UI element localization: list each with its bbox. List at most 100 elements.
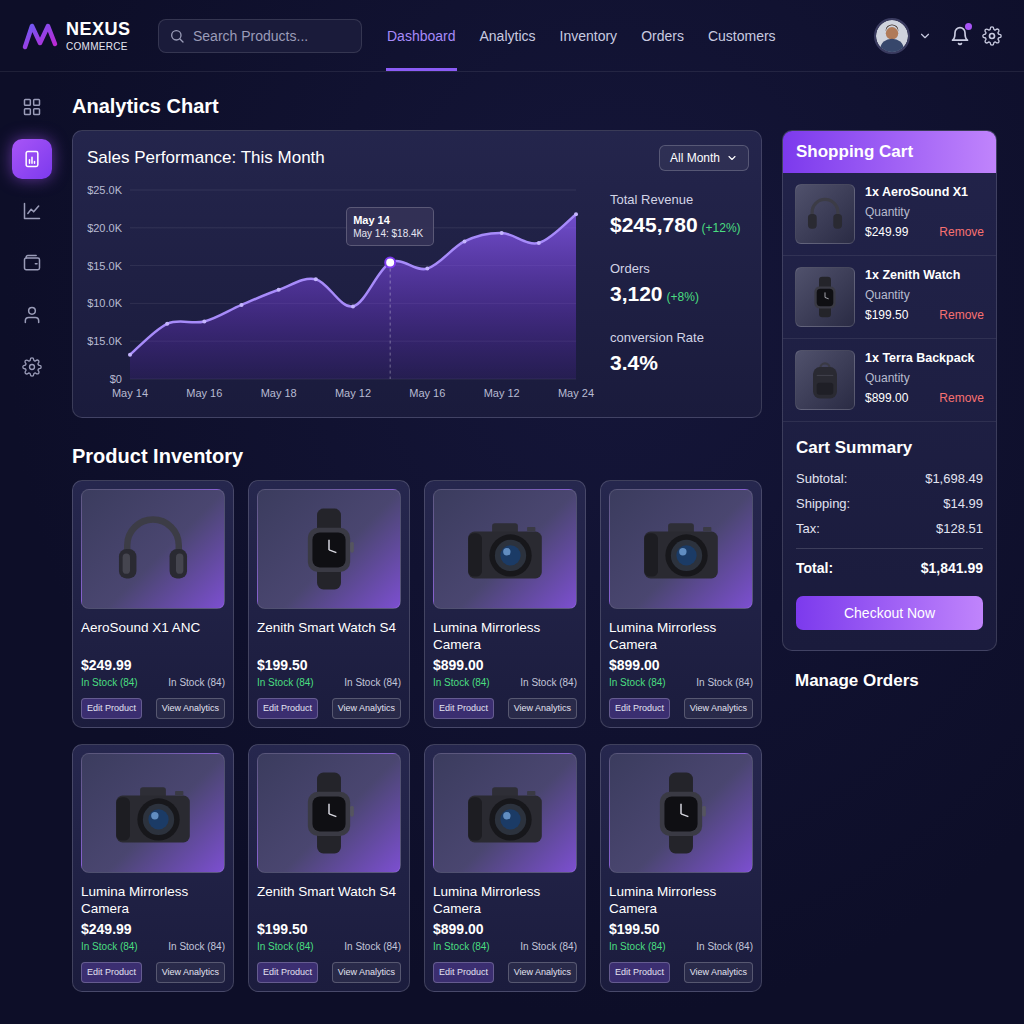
data-point[interactable]: [277, 288, 281, 292]
product-action-button[interactable]: View Analytics: [156, 698, 225, 719]
nav-tab[interactable]: Inventory: [559, 0, 619, 71]
product-card[interactable]: Lumina Mirrorless Camera$899.00In Stock …: [600, 480, 762, 728]
sales-chart[interactable]: $25.0K$20.0K$15.0K$10.0K$15.0K$0May 14Ma…: [87, 178, 602, 404]
sidebar-item[interactable]: [12, 347, 52, 387]
data-point[interactable]: [165, 322, 169, 326]
product-name: Lumina Mirrorless Camera: [609, 883, 753, 917]
product-action-button[interactable]: View Analytics: [508, 962, 577, 983]
summary-total: Total:$1,841.99: [796, 548, 983, 577]
stat-label: Total Revenue: [610, 192, 749, 208]
sidebar-item[interactable]: [12, 243, 52, 283]
cart-summary: Cart SummarySubtotal:$1,698.49Shipping:$…: [783, 422, 996, 650]
product-card[interactable]: Lumina Mirrorless Camera$249.99In Stock …: [72, 744, 234, 992]
main-nav: Dashboard Analytics Inventory Orders Custome…: [386, 0, 777, 71]
gear-icon[interactable]: [982, 26, 1002, 46]
data-point[interactable]: [314, 277, 318, 281]
camera-icon: [635, 503, 727, 595]
cart-item-image: [795, 267, 855, 327]
product-card[interactable]: Lumina Mirrorless Camera$899.00In Stock …: [424, 744, 586, 992]
product-price: $199.50: [257, 657, 401, 674]
remove-button[interactable]: Remove: [939, 389, 984, 407]
inventory-heading: Product Inventory: [72, 444, 762, 468]
product-action-button[interactable]: Edit Product: [257, 962, 318, 983]
stock-status: In Stock (84): [257, 941, 314, 953]
highlighted-point[interactable]: [385, 258, 395, 268]
user-avatar[interactable]: [874, 18, 910, 54]
product-action-button[interactable]: View Analytics: [332, 698, 401, 719]
product-action-button[interactable]: Edit Product: [609, 698, 670, 719]
nav-tab[interactable]: Customers: [707, 0, 777, 71]
product-image: [609, 489, 753, 609]
sidebar-item[interactable]: [12, 87, 52, 127]
chevron-down-icon[interactable]: [918, 29, 932, 43]
nav-tab[interactable]: Analytics: [479, 0, 537, 71]
product-card[interactable]: Zenith Smart Watch S4$199.50In Stock (84…: [248, 744, 410, 992]
sidebar-item[interactable]: [12, 295, 52, 335]
notifications-button[interactable]: [950, 26, 970, 46]
cart-item-quantity[interactable]: Quantity: [865, 286, 984, 304]
camera-icon: [459, 767, 551, 859]
product-action-button[interactable]: View Analytics: [508, 698, 577, 719]
data-point[interactable]: [537, 241, 541, 245]
stock-status: In Stock (84): [81, 677, 138, 689]
data-point[interactable]: [463, 239, 467, 243]
product-action-button[interactable]: View Analytics: [156, 962, 225, 983]
data-point[interactable]: [574, 212, 578, 216]
stock-status: In Stock (84): [433, 941, 490, 953]
nav-tab[interactable]: Dashboard: [386, 0, 457, 71]
sidebar: [0, 72, 64, 1024]
product-action-button[interactable]: View Analytics: [684, 698, 753, 719]
data-point[interactable]: [425, 267, 429, 271]
data-point[interactable]: [351, 304, 355, 308]
sidebar-item[interactable]: [12, 139, 52, 179]
remove-button[interactable]: Remove: [939, 306, 984, 324]
stat-value: 3.4%: [610, 350, 658, 375]
product-card[interactable]: AeroSound X1 ANC$249.99In Stock (84)In S…: [72, 480, 234, 728]
nav-tab[interactable]: Orders: [640, 0, 685, 71]
product-image: [257, 753, 401, 873]
product-image: [81, 753, 225, 873]
product-card[interactable]: Lumina Mirrorless Camera$899.00In Stock …: [424, 480, 586, 728]
search-field[interactable]: Search Products...: [158, 19, 362, 53]
data-point[interactable]: [128, 353, 132, 357]
shopping-cart: Shopping Cart1x AeroSound X1Quantity$249…: [782, 130, 997, 651]
product-card[interactable]: Zenith Smart Watch S4$199.50In Stock (84…: [248, 480, 410, 728]
y-tick: $15.0K: [87, 335, 123, 347]
cart-item-price: $899.00: [865, 389, 908, 407]
product-image: [81, 489, 225, 609]
y-tick: $20.0K: [87, 222, 123, 234]
product-action-button[interactable]: Edit Product: [433, 962, 494, 983]
x-tick: May 16: [186, 387, 222, 399]
product-action-button[interactable]: View Analytics: [332, 962, 401, 983]
wallet-icon: [22, 253, 42, 273]
checkout-button[interactable]: Checkout Now: [796, 596, 983, 630]
grid-line: [130, 190, 576, 191]
product-action-button[interactable]: Edit Product: [609, 962, 670, 983]
product-price: $899.00: [433, 657, 577, 674]
product-card[interactable]: Lumina Mirrorless Camera$199.50In Stock …: [600, 744, 762, 992]
period-dropdown[interactable]: All Month: [659, 145, 749, 171]
product-action-button[interactable]: Edit Product: [81, 698, 142, 719]
remove-button[interactable]: Remove: [939, 223, 984, 241]
stock-count: In Stock (84): [520, 941, 577, 953]
cart-item: 1x Terra BackpackQuantity$899.00Remove: [783, 339, 996, 422]
data-point[interactable]: [202, 320, 206, 324]
product-action-button[interactable]: Edit Product: [433, 698, 494, 719]
camera-icon: [107, 767, 199, 859]
product-action-button[interactable]: View Analytics: [684, 962, 753, 983]
sidebar-item[interactable]: [12, 191, 52, 231]
manage-orders-heading[interactable]: Manage Orders: [795, 671, 997, 691]
brand-logo[interactable]: NEXUSCOMMERCE: [0, 0, 158, 71]
data-point[interactable]: [500, 231, 504, 235]
cart-item-quantity[interactable]: Quantity: [865, 203, 984, 221]
cart-item-quantity[interactable]: Quantity: [865, 369, 984, 387]
product-action-button[interactable]: Edit Product: [81, 962, 142, 983]
tooltip-title: May 14: [353, 213, 427, 227]
product-price: $899.00: [433, 921, 577, 938]
data-point[interactable]: [240, 303, 244, 307]
product-action-button[interactable]: Edit Product: [257, 698, 318, 719]
product-price: $249.99: [81, 657, 225, 674]
x-tick: May 18: [261, 387, 297, 399]
watch-icon: [635, 767, 727, 859]
backpack-icon: [802, 357, 848, 403]
